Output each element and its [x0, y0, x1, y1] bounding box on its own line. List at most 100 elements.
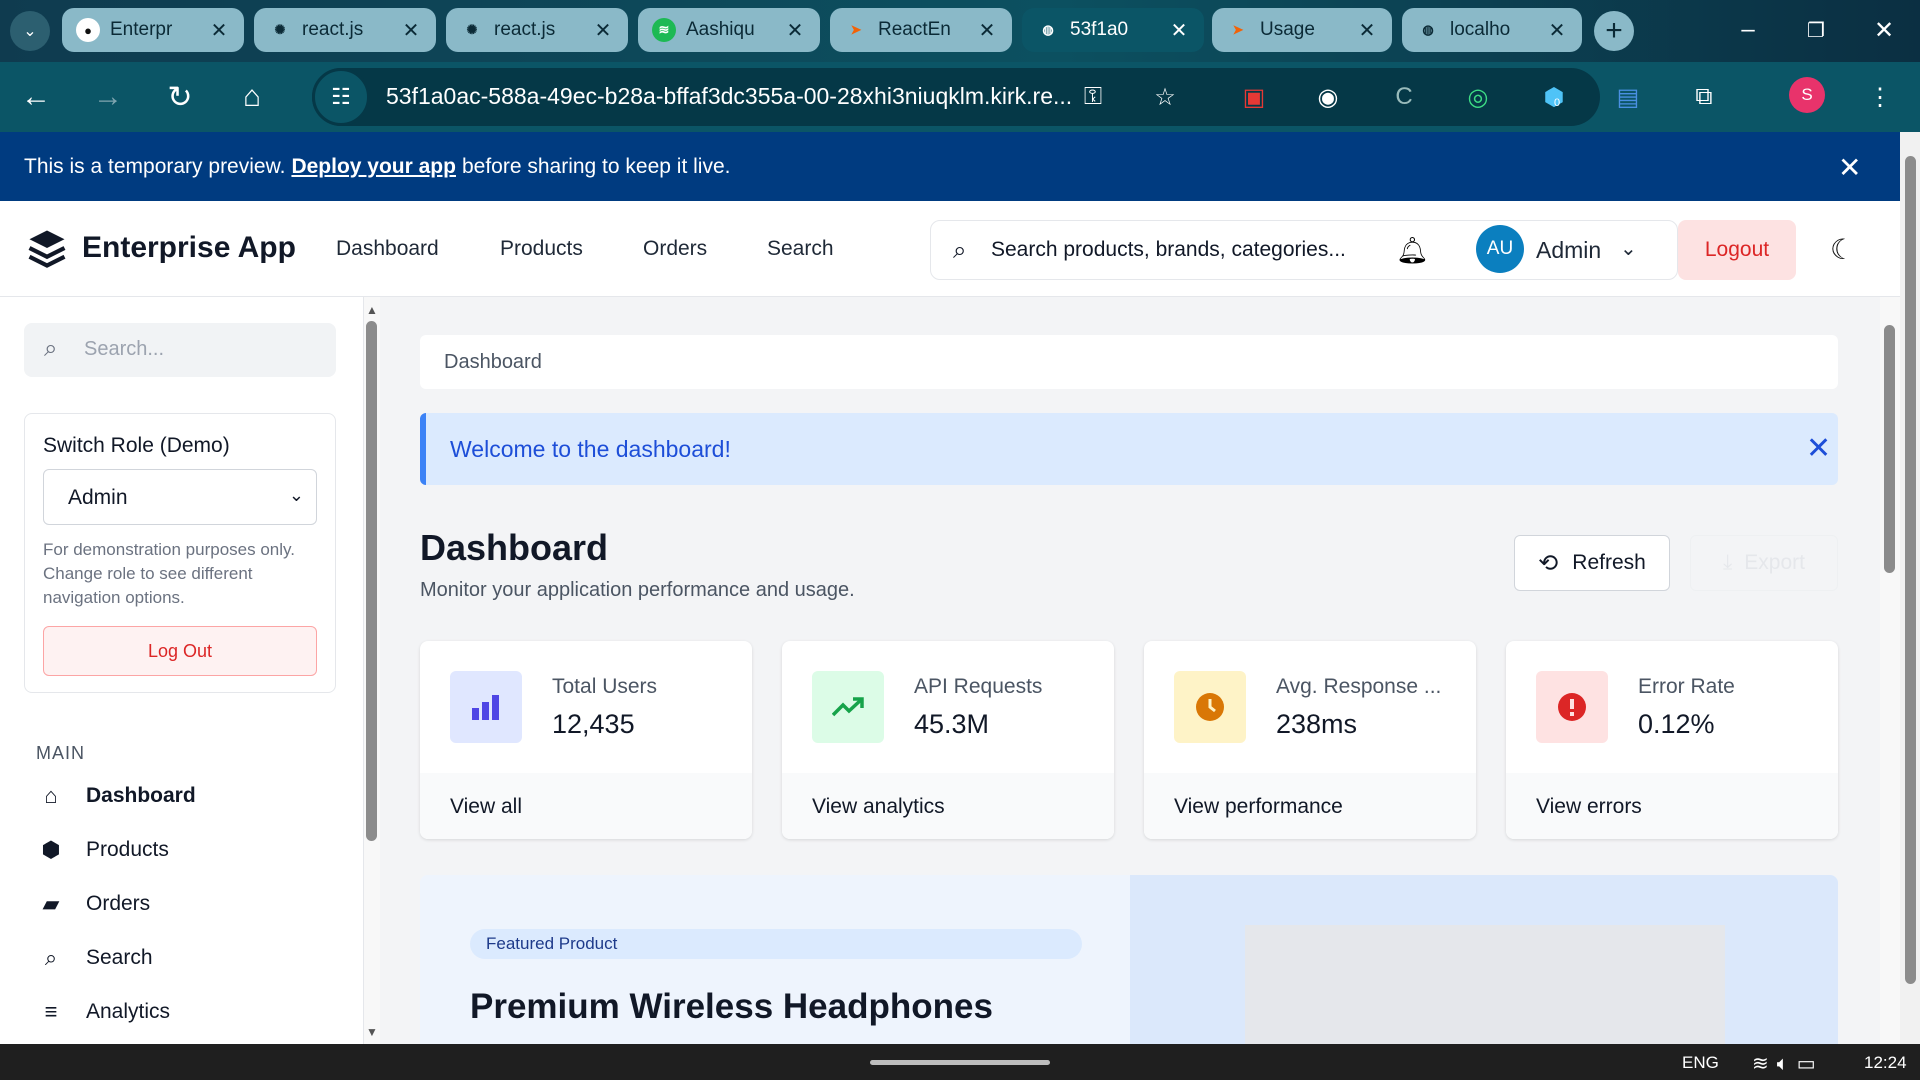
view-all-link[interactable]: View all [420, 773, 752, 839]
moon-icon[interactable]: ☾ [1830, 233, 1855, 266]
browser-tab[interactable]: ➤ Usage ✕ [1212, 8, 1392, 52]
scrollbar-thumb[interactable] [1884, 325, 1895, 573]
extension-icon[interactable]: ◎ [1458, 77, 1498, 117]
page-scrollbar[interactable] [1900, 132, 1920, 1044]
tab-title: react.js [302, 19, 364, 40]
scrollbar-thumb[interactable] [1905, 156, 1916, 984]
scroll-up-icon[interactable]: ▲ [366, 303, 378, 317]
user-avatar[interactable]: AU [1476, 225, 1524, 273]
tab-search-button[interactable]: ⌄ [10, 11, 50, 51]
refresh-label: Refresh [1572, 551, 1646, 574]
wifi-icon: ≋ [1752, 1053, 1777, 1075]
sidebar-item-dashboard[interactable]: ⌂ Dashboard [38, 779, 195, 813]
bell-icon[interactable]: 🔔︎ [1396, 235, 1429, 266]
sidebar: ⌕ Search... Switch Role (Demo) Admin ⌄ F… [0, 297, 364, 1044]
role-select-value: Admin [68, 486, 128, 509]
refresh-button[interactable]: ⟲ Refresh [1514, 535, 1670, 591]
reload-button[interactable]: ↻ [158, 75, 202, 119]
home-handle[interactable] [870, 1060, 1050, 1065]
menu-kebab-icon[interactable]: ⋮ [1860, 77, 1900, 117]
scroll-down-icon[interactable]: ▼ [366, 1025, 378, 1039]
bag-icon: ▰ [42, 891, 60, 916]
tab-title: Usage [1260, 19, 1315, 40]
language-indicator[interactable]: ENG [1682, 1053, 1719, 1073]
sidebar-item-orders[interactable]: ▰ Orders [38, 887, 151, 921]
restore-icon: ❐ [1807, 19, 1825, 42]
sidebar-scrollbar[interactable]: ▲ ▼ [364, 297, 380, 1044]
nav-products[interactable]: Products [500, 237, 583, 261]
close-icon[interactable]: ✕ [1838, 151, 1861, 184]
list-icon: ≡ [44, 999, 58, 1024]
page-subtitle: Monitor your application performance and… [420, 579, 855, 601]
close-icon[interactable]: ✕ [1806, 431, 1831, 466]
back-button[interactable]: ← [14, 75, 58, 119]
main-scrollbar[interactable] [1880, 297, 1900, 1044]
bookmark-star-icon[interactable]: ☆ [1148, 80, 1182, 114]
url-text[interactable]: 53f1a0ac-588a-49ec-b28a-bffaf3dc355a-00-… [386, 83, 1072, 110]
extension-icon[interactable]: ⬢ 0 [1534, 77, 1574, 117]
app-header: Enterprise App Dashboard Products Orders… [0, 201, 1900, 297]
profile-avatar[interactable]: S [1789, 77, 1825, 113]
banner-text: This is a temporary preview. [24, 154, 286, 178]
deploy-app-link[interactable]: Deploy your app [291, 155, 456, 179]
tab-title: Enterpr [110, 19, 173, 40]
close-tab-icon[interactable]: ✕ [400, 18, 422, 43]
close-window-button[interactable]: ✕ [1862, 10, 1906, 50]
extension-icon[interactable]: ▣ [1234, 77, 1274, 117]
site-info-button[interactable]: ☷ [312, 68, 370, 126]
chevron-down-icon[interactable]: ⌄ [1620, 236, 1637, 261]
logout-button[interactable]: Logout [1678, 220, 1796, 280]
view-analytics-link[interactable]: View analytics [782, 773, 1114, 839]
browser-tab[interactable]: ➤ ReactEn ✕ [830, 8, 1012, 52]
app-logo[interactable]: Enterprise App [26, 227, 296, 269]
sidebar-logout-button[interactable]: Log Out [43, 626, 317, 676]
sidebar-item-analytics[interactable]: ≡ Analytics [38, 995, 170, 1029]
close-tab-icon[interactable]: ✕ [784, 18, 806, 43]
password-key-icon[interactable]: ⚿ [1076, 80, 1110, 114]
forward-button[interactable]: → [86, 75, 130, 119]
extension-icon[interactable]: C [1384, 77, 1424, 117]
export-button[interactable]: ⤓ Export [1690, 535, 1838, 591]
restore-window-button[interactable]: ❐ [1794, 10, 1838, 50]
close-tab-icon[interactable]: ✕ [976, 18, 998, 43]
view-errors-link[interactable]: View errors [1506, 773, 1838, 839]
extension-badge: 0 [1554, 97, 1561, 109]
nav-search[interactable]: Search [767, 237, 834, 261]
nav-orders[interactable]: Orders [643, 237, 707, 261]
extensions-puzzle-icon[interactable]: ⧉ [1684, 77, 1724, 117]
home-button[interactable]: ⌂ [230, 75, 274, 119]
chevron-down-icon: ⌄ [23, 23, 37, 40]
browser-tab[interactable]: ◍ localho ✕ [1402, 8, 1582, 52]
cube-icon: ⬢ [41, 837, 61, 862]
scrollbar-thumb[interactable] [366, 321, 377, 841]
clock[interactable]: 12:24 [1864, 1053, 1907, 1073]
close-tab-icon[interactable]: ✕ [208, 18, 230, 43]
minimize-window-button[interactable]: – [1726, 10, 1770, 50]
close-tab-icon[interactable]: ✕ [592, 18, 614, 43]
nav-dashboard[interactable]: Dashboard [336, 237, 439, 261]
view-performance-link[interactable]: View performance [1144, 773, 1476, 839]
browser-tab[interactable]: ● Enterpr ✕ [62, 8, 244, 52]
browser-tab-active[interactable]: ◍ 53f1a0 ✕ [1022, 8, 1204, 52]
search-icon: ⌕ [44, 335, 58, 362]
stat-label: Avg. Response ... [1276, 675, 1442, 698]
chevron-down-icon: ⌄ [288, 485, 304, 505]
extension-icon[interactable]: ◉ [1308, 77, 1348, 117]
close-tab-icon[interactable]: ✕ [1168, 18, 1190, 43]
close-tab-icon[interactable]: ✕ [1356, 18, 1378, 43]
new-tab-button[interactable]: + [1594, 11, 1634, 51]
sidebar-search-input[interactable]: ⌕ Search... [24, 323, 336, 377]
close-tab-icon[interactable]: ✕ [1546, 18, 1568, 43]
user-menu-label[interactable]: Admin [1536, 237, 1601, 264]
browser-tab[interactable]: ✺ react.js ✕ [254, 8, 436, 52]
breadcrumb-item[interactable]: Dashboard [444, 351, 542, 373]
system-tray-icons[interactable]: ≋🔈︎▭ [1752, 1051, 1824, 1076]
extension-icon[interactable]: ▤ [1608, 77, 1648, 117]
sidebar-item-search[interactable]: ⌕ Search [38, 941, 153, 975]
browser-tab[interactable]: ≋ Aashiqu ✕ [638, 8, 820, 52]
search-icon: ⌕ [44, 945, 58, 970]
browser-toolbar: ← → ↻ ⌂ ☷ 53f1a0ac-588a-49ec-b28a-bffaf3… [0, 62, 1920, 132]
sidebar-item-products[interactable]: ⬢ Products [38, 833, 168, 867]
browser-tab[interactable]: ✺ react.js ✕ [446, 8, 628, 52]
role-select[interactable]: Admin ⌄ [43, 469, 317, 525]
